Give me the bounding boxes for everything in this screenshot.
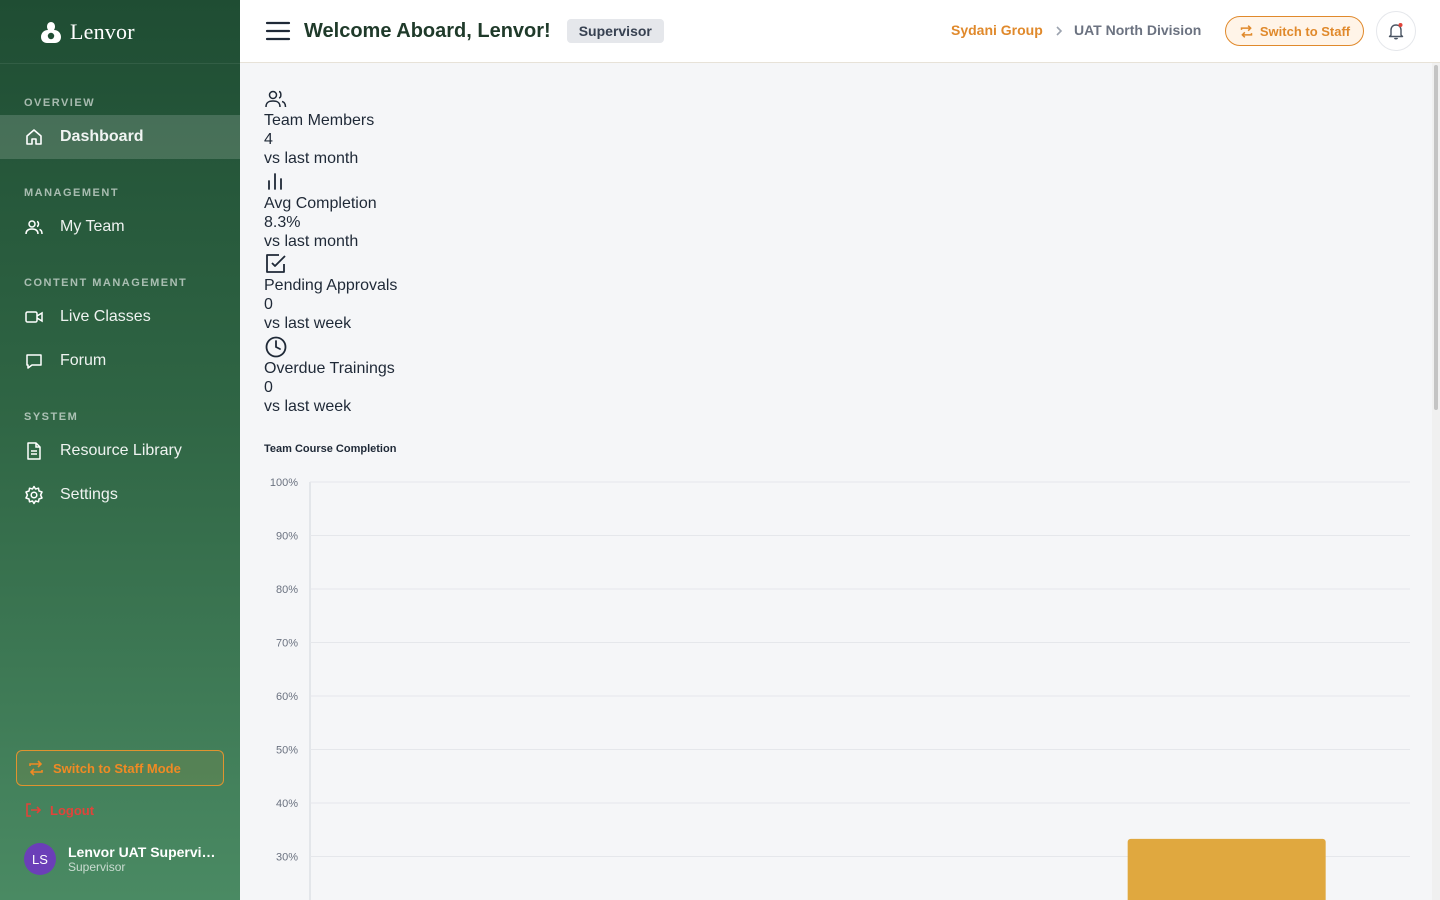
- video-icon: [24, 307, 44, 327]
- breadcrumb-org[interactable]: Sydani Group: [951, 22, 1043, 38]
- chevron-right-icon: [1054, 24, 1064, 38]
- menu-icon[interactable]: [265, 20, 291, 42]
- stat-label: Pending Approvals: [264, 277, 398, 294]
- section-label-content: CONTENT MANAGEMENT: [24, 277, 188, 289]
- clock-icon: [264, 335, 288, 359]
- user-role: Supervisor: [68, 860, 126, 874]
- bar-chart-icon: [264, 170, 288, 194]
- stat-label: Avg Completion: [264, 195, 377, 212]
- y-tick-label: 50%: [276, 745, 298, 757]
- chart-title: Team Course Completion: [264, 443, 397, 455]
- section-label-overview: OVERVIEW: [24, 97, 96, 109]
- stat-value: 0: [264, 379, 273, 396]
- page-title: Welcome Aboard, Lenvor!: [304, 19, 551, 42]
- sidebar-item-label: Forum: [60, 352, 107, 369]
- user-name: Lenvor UAT Supervisor: [68, 844, 218, 860]
- swap-icon: [1239, 24, 1254, 39]
- y-tick-label: 60%: [276, 691, 298, 703]
- stat-compare: vs last week: [264, 398, 352, 415]
- sidebar-item-label: My Team: [60, 218, 125, 235]
- nav-overview: OVERVIEW Dashboard: [0, 97, 240, 159]
- sidebar-item-label: Resource Library: [60, 442, 182, 459]
- y-tick-label: 90%: [276, 531, 298, 543]
- sidebar-item-live-classes[interactable]: Live Classes: [0, 295, 240, 339]
- stat-compare: vs last month: [264, 150, 359, 167]
- y-tick-label: 80%: [276, 584, 298, 596]
- stat-pending-approvals: Pending Approvals 0 vs last week: [264, 252, 397, 333]
- sidebar-item-settings[interactable]: Settings: [0, 473, 240, 517]
- logo[interactable]: Lenvor: [0, 0, 240, 64]
- logout-label: Logout: [50, 802, 95, 818]
- checkbox-icon: [264, 252, 288, 276]
- stat-value: 8.3%: [264, 214, 301, 231]
- switch-staff-label: Switch to Staff: [1259, 23, 1351, 39]
- switch-mode-label: Switch to Staff Mode: [53, 760, 181, 776]
- document-icon: [24, 441, 44, 461]
- user-profile[interactable]: LS Lenvor UAT Supervisor Supervisor: [24, 843, 218, 875]
- header: Welcome Aboard, Lenvor! Supervisor Sydan…: [240, 0, 1440, 63]
- stat-team-members: Team Members 4 vs last month: [264, 87, 374, 168]
- y-tick-label: 40%: [276, 798, 298, 810]
- stat-compare: vs last month: [264, 233, 359, 250]
- notifications-button[interactable]: [1376, 11, 1416, 51]
- users-icon: [24, 217, 44, 237]
- nav-management: MANAGEMENT My Team: [0, 187, 240, 249]
- stat-compare: vs last week: [264, 315, 352, 332]
- stat-label: Overdue Trainings: [264, 360, 395, 377]
- y-tick-label: 100%: [270, 477, 298, 489]
- chat-icon: [24, 351, 44, 371]
- stat-label: Team Members: [264, 112, 375, 129]
- bell-icon: [1386, 21, 1406, 41]
- gear-icon: [24, 485, 44, 505]
- swap-icon: [27, 759, 45, 777]
- stat-value: 4: [264, 131, 273, 148]
- avatar: LS: [24, 843, 56, 875]
- sidebar: Lenvor OVERVIEW Dashboard MANAGEMENT My …: [0, 0, 240, 900]
- completion-chart: 100% 90% 80% 70% 60% 50% 40% 30%: [270, 477, 1410, 900]
- sidebar-item-resource-library[interactable]: Resource Library: [0, 429, 240, 473]
- role-badge: Supervisor: [566, 19, 664, 43]
- breadcrumb-division: UAT North Division: [1074, 22, 1202, 38]
- sidebar-item-dashboard[interactable]: Dashboard: [0, 115, 240, 159]
- section-label-management: MANAGEMENT: [24, 187, 120, 199]
- chart-bar[interactable]: [1127, 838, 1326, 900]
- logout-icon: [24, 801, 42, 819]
- users-icon: [264, 87, 288, 111]
- scrollbar-thumb[interactable]: [1434, 65, 1438, 410]
- home-icon: [24, 127, 44, 147]
- y-tick-label: 30%: [276, 852, 298, 864]
- stat-value: 0: [264, 296, 273, 313]
- logout-button[interactable]: Logout: [24, 801, 94, 819]
- switch-to-staff-mode-button[interactable]: Switch to Staff Mode: [16, 750, 224, 786]
- section-label-system: SYSTEM: [24, 411, 79, 423]
- nav-content: CONTENT MANAGEMENT Live Classes Forum: [0, 277, 240, 383]
- sidebar-item-label: Settings: [60, 486, 118, 503]
- sidebar-item-my-team[interactable]: My Team: [0, 205, 240, 249]
- main-content: Team Members 4 vs last month Avg Complet…: [240, 63, 1432, 900]
- sidebar-item-forum[interactable]: Forum: [0, 339, 240, 383]
- y-tick-label: 70%: [276, 638, 298, 650]
- sidebar-item-label: Live Classes: [60, 308, 151, 325]
- stat-overdue-trainings: Overdue Trainings 0 vs last week: [264, 335, 395, 416]
- logo-icon: [38, 19, 64, 45]
- switch-to-staff-button[interactable]: Switch to Staff: [1225, 16, 1364, 46]
- stat-avg-completion: Avg Completion 8.3% vs last month: [264, 170, 377, 251]
- app-name: Lenvor: [70, 18, 135, 44]
- scrollbar[interactable]: [1432, 63, 1440, 900]
- nav-system: SYSTEM Resource Library Settings: [0, 411, 240, 517]
- sidebar-item-label: Dashboard: [60, 128, 144, 145]
